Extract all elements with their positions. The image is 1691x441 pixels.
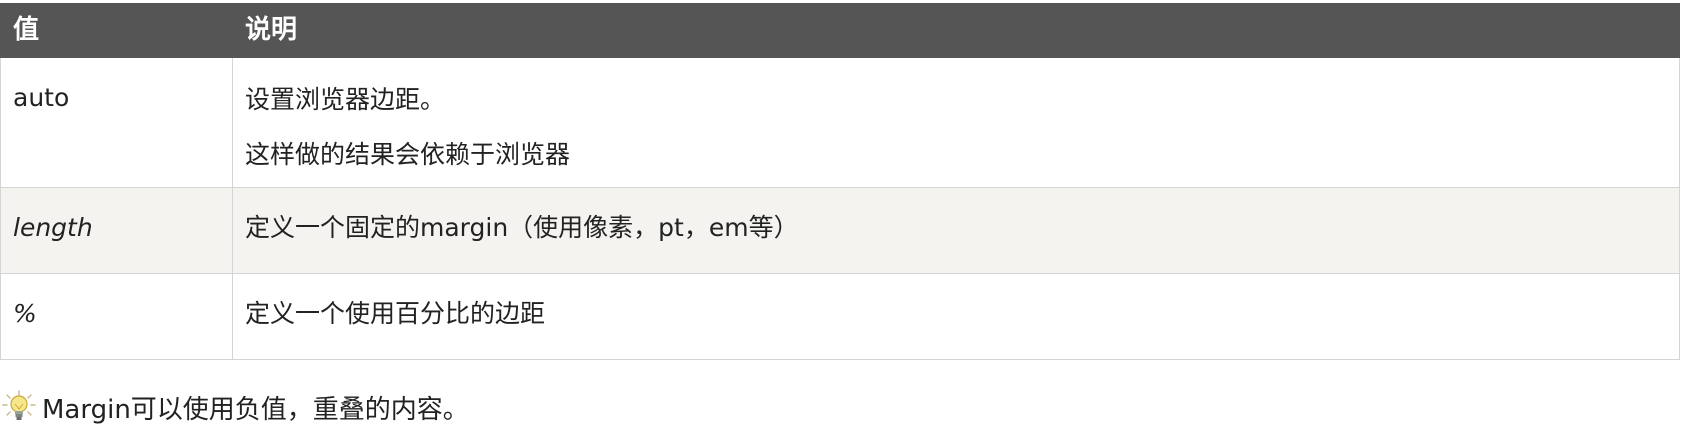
tip-note: Margin可以使用负值，重叠的内容。 xyxy=(2,390,469,425)
value-cell: length xyxy=(0,187,233,274)
tip-text: Margin可以使用负值，重叠的内容。 xyxy=(42,394,469,425)
table-header-row: 值 说明 xyxy=(0,3,1680,58)
table-row: auto 设置浏览器边距。 这样做的结果会依赖于浏览器 xyxy=(0,57,1680,188)
value-text: length xyxy=(13,213,93,242)
lightbulb-icon xyxy=(2,390,36,424)
value-cell: auto xyxy=(0,57,233,188)
description-cell: 设置浏览器边距。 这样做的结果会依赖于浏览器 xyxy=(232,57,1680,188)
table-row: % 定义一个使用百分比的边距 xyxy=(0,273,1680,360)
value-text: % xyxy=(13,299,37,328)
header-description: 说明 xyxy=(232,3,1680,58)
description-cell: 定义一个使用百分比的边距 xyxy=(232,273,1680,360)
description-line: 设置浏览器边距。 xyxy=(245,85,446,114)
description-line: 这样做的结果会依赖于浏览器 xyxy=(245,140,571,169)
margin-values-table: 值 说明 auto 设置浏览器边距。 这样做的结果会依赖于浏览器 length … xyxy=(0,3,1680,360)
description-cell: 定义一个固定的margin（使用像素，pt，em等） xyxy=(232,187,1680,274)
table-row: length 定义一个固定的margin（使用像素，pt，em等） xyxy=(0,187,1680,274)
value-cell: % xyxy=(0,273,233,360)
description-line: 定义一个固定的margin（使用像素，pt，em等） xyxy=(245,213,799,242)
header-value: 值 xyxy=(0,3,233,58)
reference-document: 值 说明 auto 设置浏览器边距。 这样做的结果会依赖于浏览器 length … xyxy=(0,3,1680,360)
description-line: 定义一个使用百分比的边距 xyxy=(245,299,546,328)
value-text: auto xyxy=(13,83,70,112)
